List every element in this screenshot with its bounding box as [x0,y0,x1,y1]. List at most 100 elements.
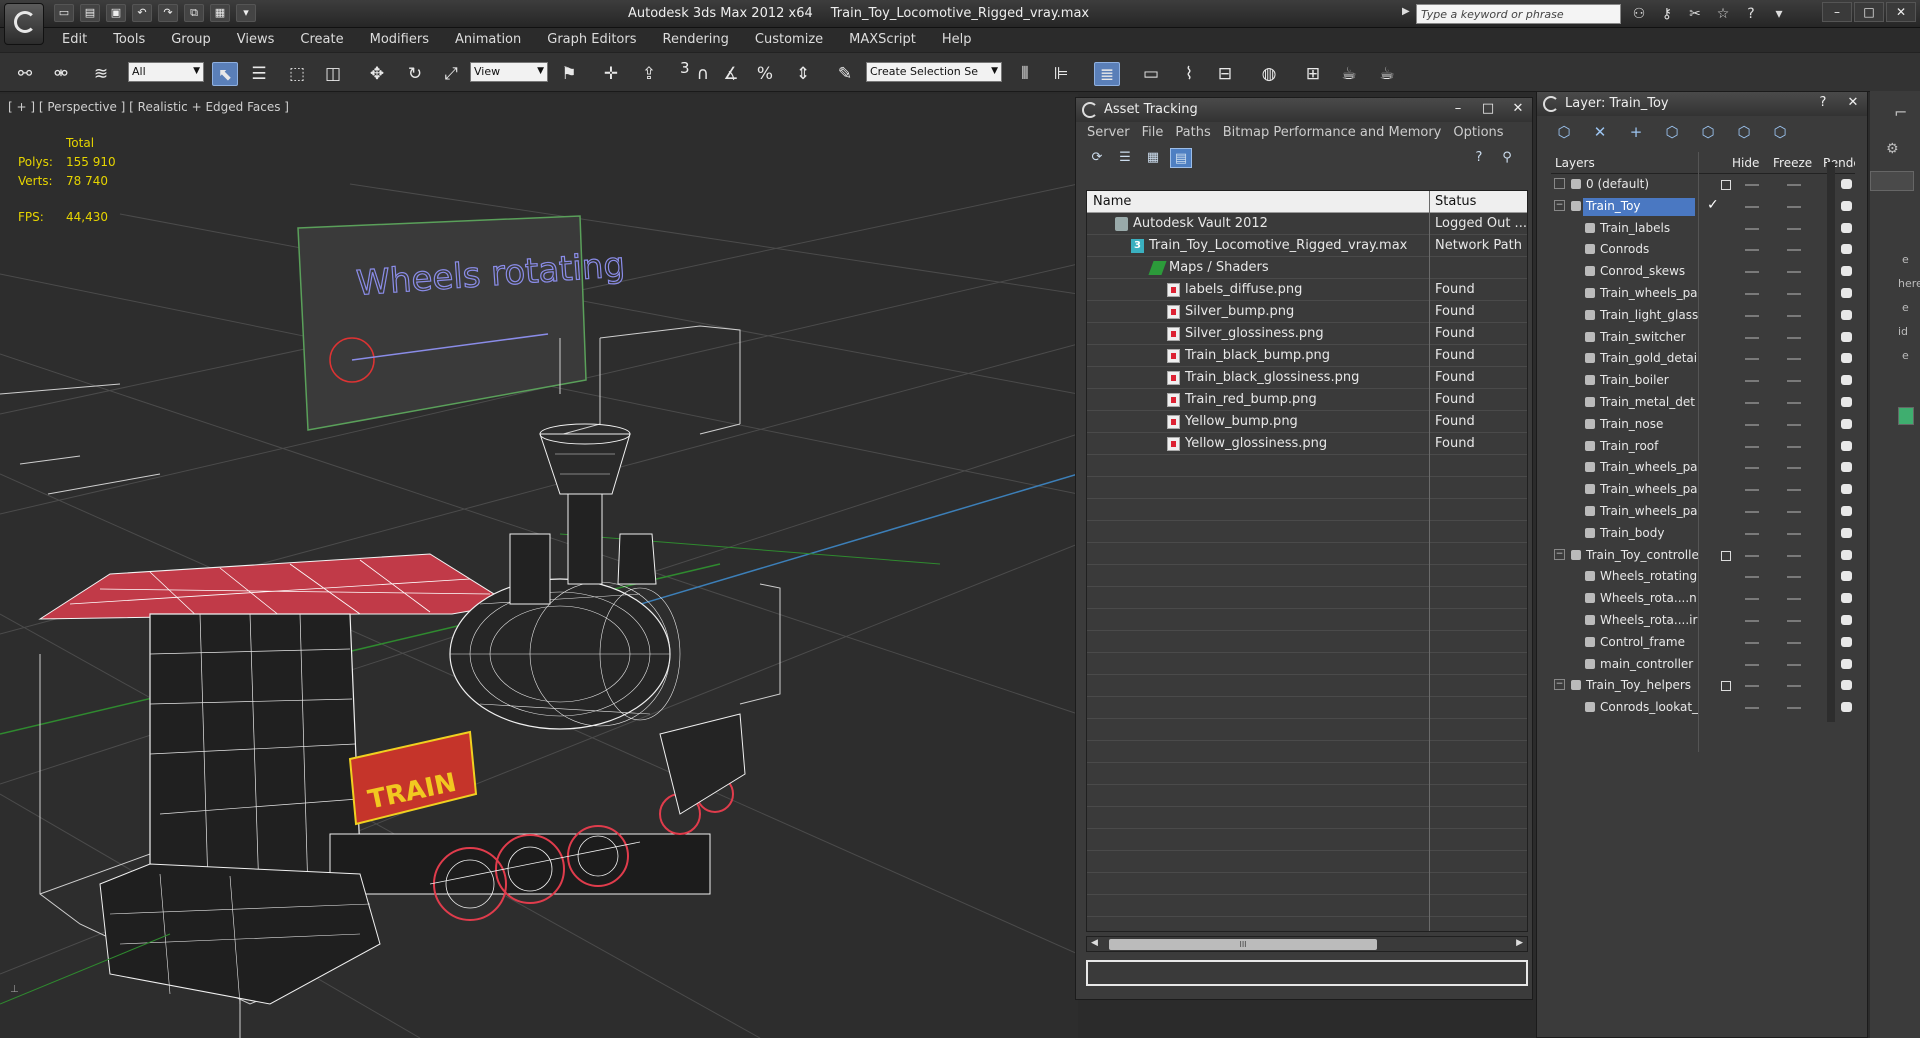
asset-menu-paths[interactable]: Paths [1172,122,1219,144]
render-teapot-icon[interactable] [1841,636,1852,647]
render-teapot-icon[interactable] [1841,287,1852,298]
layer-name[interactable]: Conrods [1597,241,1652,259]
delete-layer-icon[interactable]: ✕ [1589,122,1611,142]
menu-tools[interactable]: Tools [99,29,157,51]
freeze-toggle[interactable] [1787,554,1801,557]
asset-row[interactable]: Yellow_glossiness.png Found [1087,433,1527,455]
freeze-toggle[interactable] [1787,271,1801,274]
table-view-icon[interactable]: ▤ [1170,148,1192,168]
snap-toggle-value[interactable]: 3 [680,59,690,77]
layer-name[interactable]: main_controller [1597,656,1696,674]
menu-maxscript[interactable]: MAXScript [835,29,928,51]
search-expand-icon[interactable]: ▶ [1402,6,1410,17]
asset-menu-file[interactable]: File [1139,122,1173,144]
column-freeze-header[interactable]: Freeze [1773,156,1812,170]
set-current-box-icon[interactable] [1721,681,1731,692]
freeze-toggle[interactable] [1787,423,1801,426]
asset-menu-bitmap-performance[interactable]: Bitmap Performance and Memory [1220,122,1451,144]
layer-row[interactable]: Train_nose [1551,414,1855,436]
asset-path-field[interactable] [1086,960,1528,986]
selection-filter-dropdown[interactable]: All ▼ [128,62,204,82]
hide-toggle[interactable] [1745,314,1759,317]
layer-name[interactable]: 0 (default) [1583,176,1652,194]
layer-row[interactable]: Wheels_rota....ir [1551,610,1855,632]
layer-row[interactable]: Train_metal_det [1551,392,1855,414]
menu-help[interactable]: Help [928,29,984,51]
edit-named-selection-icon[interactable]: ✎ [832,62,858,86]
render-teapot-icon[interactable] [1841,200,1852,211]
freeze-toggle[interactable] [1787,205,1801,208]
layer-close-button[interactable]: ✕ [1845,95,1861,110]
snap-toggle-icon[interactable]: ∩ [690,62,716,86]
layer-name[interactable]: Train_nose [1597,416,1666,434]
render-teapot-icon[interactable] [1841,549,1852,560]
layer-row[interactable]: Conrod_skews [1551,261,1855,283]
render-teapot-icon[interactable] [1841,702,1852,713]
help-icon[interactable]: ? [1740,4,1762,24]
hide-toggle[interactable] [1745,707,1759,710]
render-teapot-icon[interactable] [1841,440,1852,451]
layer-name[interactable]: Train_gold_detai [1597,350,1700,368]
layer-name[interactable]: Train_wheels_pa [1597,503,1701,521]
set-current-box-icon[interactable] [1721,180,1731,190]
hide-toggle[interactable] [1745,445,1759,448]
asset-tracking-title-bar[interactable]: Asset Tracking – □ ✕ [1076,98,1532,122]
highlight-layer-icon[interactable]: ⬡ [1697,122,1719,142]
freeze-toggle[interactable] [1787,184,1801,186]
freeze-toggle[interactable] [1787,292,1801,295]
rectangular-selection-icon[interactable]: ⬚ [284,62,310,86]
modify-tab-icon[interactable]: ⌐ [1894,103,1907,122]
select-by-name-icon[interactable]: ☰ [246,62,272,86]
render-teapot-icon[interactable] [1841,462,1852,473]
app-logo[interactable] [4,3,44,45]
binoculars-icon[interactable]: ⚇ [1628,4,1650,24]
layer-name[interactable]: Train_boiler [1597,372,1672,390]
column-name-header[interactable]: Name [1093,194,1131,209]
hide-toggle[interactable] [1745,510,1759,513]
layer-vertical-scrollbar[interactable] [1827,162,1835,722]
redo-icon[interactable]: ↷ [158,4,178,22]
hide-all-layers-icon[interactable]: ⬡ [1733,122,1755,142]
layer-row[interactable]: 0 (default) [1551,174,1855,196]
create-layer-icon[interactable]: ⬡ [1553,122,1575,142]
schematic-view-icon[interactable]: ⊟ [1212,62,1238,86]
keyword-search-input[interactable]: Type a keyword or phrase [1416,4,1621,24]
asset-row[interactable]: Maps / Shaders [1087,257,1527,279]
freeze-toggle[interactable] [1787,598,1801,601]
expand-toggle-icon[interactable] [1554,178,1565,189]
menu-graph-editors[interactable]: Graph Editors [533,29,648,51]
asset-row[interactable]: Train_black_bump.png Found [1087,345,1527,367]
hide-toggle[interactable] [1745,358,1759,361]
render-teapot-icon[interactable] [1841,418,1852,429]
render-teapot-icon[interactable] [1841,331,1852,342]
layer-row[interactable]: Train_body [1551,523,1855,545]
locomotive-model[interactable]: TRAIN [0,423,746,1005]
current-layer-check-icon[interactable]: ✓ [1707,197,1719,213]
freeze-toggle[interactable] [1787,358,1801,361]
menu-customize[interactable]: Customize [741,29,835,51]
layer-name[interactable]: Train_labels [1597,220,1673,238]
layer-name[interactable]: Train_light_glass [1597,307,1701,325]
refresh-icon[interactable]: ⟳ [1086,148,1108,168]
hide-toggle[interactable] [1745,271,1759,274]
layer-row[interactable]: − Train_Toy_controlle [1551,545,1855,567]
render-teapot-icon[interactable] [1841,244,1852,255]
freeze-toggle[interactable] [1787,380,1801,383]
save-icon[interactable]: ▣ [106,4,126,22]
layer-row[interactable]: Train_gold_detai [1551,348,1855,370]
menu-edit[interactable]: Edit [48,29,99,51]
render-teapot-icon[interactable] [1841,266,1852,277]
scroll-left-icon[interactable]: ◀ [1091,938,1098,948]
expand-toggle-icon[interactable]: − [1554,548,1565,560]
render-production-icon[interactable]: ☕ [1374,62,1400,86]
help-icon[interactable]: ? [1468,148,1490,168]
hide-toggle[interactable] [1745,227,1759,230]
column-status-header[interactable]: Status [1435,194,1476,209]
scroll-thumb[interactable]: III [1109,939,1377,950]
angle-snap-icon[interactable]: ∡ [718,62,744,86]
favorites-icon[interactable]: ☆ [1712,4,1734,24]
viewport-label[interactable]: [ + ] [ Perspective ] [ Realistic + Edge… [8,100,289,114]
asset-row[interactable]: Autodesk Vault 2012 Logged Out ... [1087,213,1527,235]
freeze-all-layers-icon[interactable]: ⬡ [1769,122,1791,142]
layer-row[interactable]: Train_light_glass [1551,305,1855,327]
